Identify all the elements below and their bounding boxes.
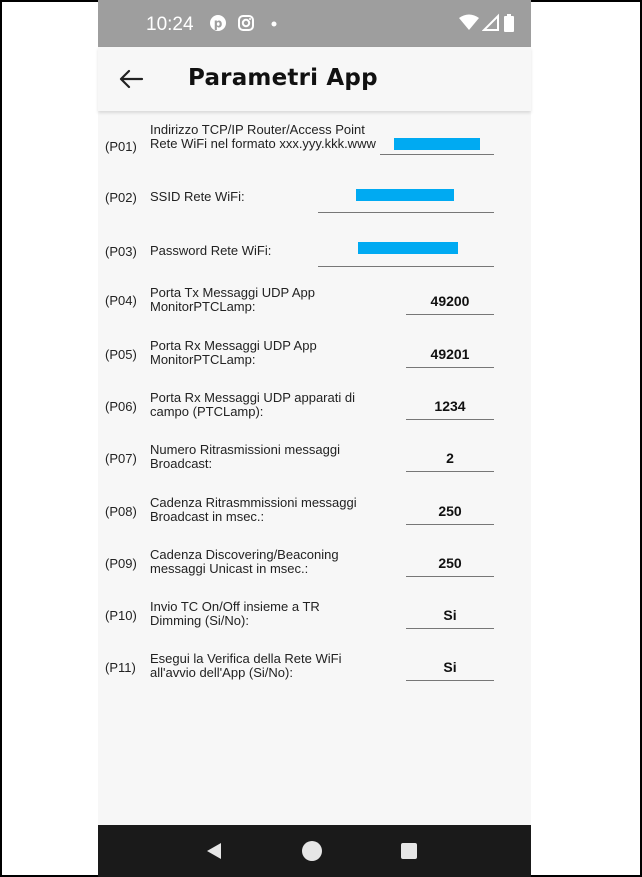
udp-tx-port-input[interactable]: 49200 bbox=[406, 288, 494, 315]
param-row-p05: (P05) Porta Rx Messaggi UDP App MonitorP… bbox=[98, 337, 531, 371]
redaction-bar bbox=[394, 138, 480, 150]
param-code: (P05) bbox=[105, 347, 137, 362]
redaction-bar bbox=[358, 242, 458, 254]
param-value: Si bbox=[443, 659, 457, 675]
param-row-p07: (P07) Numero Ritrasmissioni messaggi Bro… bbox=[98, 441, 531, 475]
param-row-p06: (P06) Porta Rx Messaggi UDP apparati di … bbox=[98, 389, 531, 423]
param-value: 2 bbox=[446, 450, 454, 466]
pinterest-icon: p bbox=[210, 15, 226, 31]
param-code: (P02) bbox=[105, 190, 137, 205]
param-code: (P04) bbox=[105, 293, 137, 308]
param-label: Invio TC On/Off insieme a TR Dimming (Si… bbox=[150, 599, 320, 628]
wifi-check-input[interactable]: Si bbox=[406, 654, 494, 681]
param-label: Password Rete WiFi: bbox=[150, 243, 272, 258]
param-label: Cadenza Discovering/Beaconing messaggi U… bbox=[150, 547, 339, 576]
arrow-left-icon[interactable] bbox=[118, 67, 144, 91]
back-triangle-icon[interactable] bbox=[204, 841, 224, 861]
param-value: 250 bbox=[438, 555, 462, 571]
param-code: (P10) bbox=[105, 608, 137, 623]
redaction-bar bbox=[356, 189, 454, 201]
instagram-icon bbox=[238, 15, 254, 31]
battery-icon bbox=[504, 14, 514, 32]
udp-rx-port-input[interactable]: 49201 bbox=[406, 341, 494, 368]
param-code: (P09) bbox=[105, 556, 137, 571]
param-value: 49201 bbox=[430, 346, 470, 362]
param-value: Si bbox=[443, 607, 457, 623]
param-row-p10: (P10) Invio TC On/Off insieme a TR Dimmi… bbox=[98, 598, 531, 632]
param-row-p02: (P02) SSID Rete WiFi: bbox=[98, 184, 531, 216]
page-title: Parametri App bbox=[188, 65, 378, 91]
param-row-p01: (P01) Indirizzo TCP/IP Router/Access Poi… bbox=[98, 122, 531, 174]
home-circle-icon[interactable] bbox=[301, 840, 323, 862]
param-code: (P03) bbox=[105, 244, 137, 259]
app-bar: Parametri App bbox=[98, 47, 531, 111]
param-row-p08: (P08) Cadenza Ritrasmmissioni messaggi B… bbox=[98, 494, 531, 528]
wifi-icon bbox=[459, 14, 479, 30]
param-code: (P07) bbox=[105, 451, 137, 466]
signal-icon bbox=[482, 13, 499, 31]
tc-onoff-input[interactable]: Si bbox=[406, 602, 494, 629]
svg-text:p: p bbox=[214, 17, 223, 31]
field-udp-port-input[interactable]: 1234 bbox=[406, 393, 494, 420]
param-label: Indirizzo TCP/IP Router/Access Point Ret… bbox=[150, 122, 376, 151]
param-code: (P06) bbox=[105, 399, 137, 414]
param-label: Porta Rx Messaggi UDP apparati di campo … bbox=[150, 390, 355, 419]
frame-border-left bbox=[0, 0, 2, 877]
param-label: Cadenza Ritrasmmissioni messaggi Broadca… bbox=[150, 495, 357, 524]
param-value: 49200 bbox=[430, 293, 470, 309]
param-value: 250 bbox=[438, 503, 462, 519]
param-label: Esegui la Verifica della Rete WiFi all'a… bbox=[150, 651, 342, 680]
param-row-p04: (P04) Porta Tx Messaggi UDP App MonitorP… bbox=[98, 284, 531, 318]
navigation-bar bbox=[98, 825, 531, 877]
param-value: 1234 bbox=[434, 398, 466, 414]
param-row-p09: (P09) Cadenza Discovering/Beaconing mess… bbox=[98, 546, 531, 580]
param-row-p11: (P11) Esegui la Verifica della Rete WiFi… bbox=[98, 650, 531, 684]
param-code: (P01) bbox=[105, 139, 137, 154]
param-label: Numero Ritrasmissioni messaggi Broadcast… bbox=[150, 442, 340, 471]
param-label: Porta Tx Messaggi UDP App MonitorPTCLamp… bbox=[150, 285, 315, 314]
recents-square-icon[interactable] bbox=[400, 842, 418, 860]
param-row-p03: (P03) Password Rete WiFi: bbox=[98, 236, 531, 268]
phone-screen: 10:24 p Parametri App (P01) Indirizzo TC… bbox=[98, 0, 531, 877]
broadcast-rate-input[interactable]: 250 bbox=[406, 498, 494, 525]
unicast-rate-input[interactable]: 250 bbox=[406, 550, 494, 577]
param-label: Porta Rx Messaggi UDP App MonitorPTCLamp… bbox=[150, 338, 317, 367]
param-label: SSID Rete WiFi: bbox=[150, 189, 245, 204]
param-code: (P11) bbox=[105, 660, 136, 675]
status-bar: 10:24 p bbox=[98, 0, 531, 47]
status-time: 10:24 bbox=[146, 14, 194, 35]
broadcast-retransmissions-input[interactable]: 2 bbox=[406, 445, 494, 472]
param-code: (P08) bbox=[105, 504, 137, 519]
dot-icon bbox=[271, 21, 277, 27]
